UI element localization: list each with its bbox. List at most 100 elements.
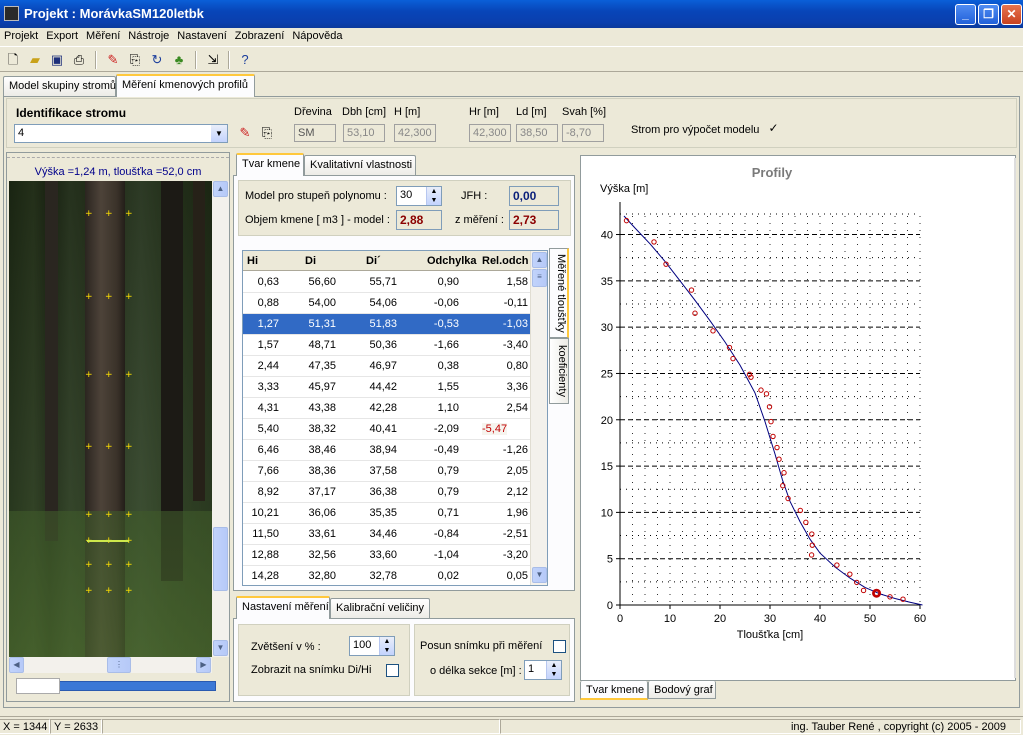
- table-row[interactable]: 1,27 51,31 51,83 -0,53 -1,03: [243, 314, 531, 335]
- shift-checkbox[interactable]: [553, 640, 566, 653]
- table-cell: 35,35: [369, 507, 397, 519]
- photo-hscroll-thumb[interactable]: ⋮: [107, 657, 131, 673]
- volume-measured-value: 2,73: [509, 210, 559, 230]
- minimize-button[interactable]: _: [955, 4, 976, 25]
- refresh-icon[interactable]: ↻: [148, 51, 166, 69]
- scroll-up-icon[interactable]: ▲: [213, 181, 228, 197]
- table-row[interactable]: 3,33 45,97 44,42 1,55 3,36: [243, 377, 531, 398]
- chart-panel-edge: [1014, 158, 1016, 678]
- measure-icon[interactable]: ✎: [104, 51, 122, 69]
- tab-mereni-profilu[interactable]: Měření kmenových profilů: [116, 74, 255, 97]
- chevron-down-icon[interactable]: ▼: [211, 125, 227, 142]
- new-file-icon[interactable]: 🗋: [4, 51, 22, 69]
- show-dihi-checkbox[interactable]: [386, 664, 399, 677]
- profile-chart[interactable]: 0 5 10 15 20 25 30 35 40 0 10 20 30 40 50 60 Výška [m] Tl…: [582, 176, 1014, 646]
- spin-arrows-icon[interactable]: ▲ ▼: [426, 187, 441, 205]
- photo-vscroll-thumb[interactable]: [213, 527, 228, 591]
- menu-projekt[interactable]: Projekt: [0, 28, 42, 42]
- col-di[interactable]: Di: [305, 255, 316, 267]
- photo-splitter[interactable]: [7, 153, 229, 158]
- menu-nastroje[interactable]: Nástroje: [124, 28, 173, 42]
- menu-napoveda[interactable]: Nápověda: [288, 28, 346, 42]
- table-vscroll[interactable]: ▲ ≡ ▼: [530, 251, 547, 585]
- table-scroll-up-icon[interactable]: ▲: [532, 252, 547, 268]
- save-icon[interactable]: ▣: [48, 51, 66, 69]
- table-cell-editing[interactable]: -5,47: [482, 423, 508, 435]
- y-tick-label: 35: [601, 276, 613, 288]
- table-row[interactable]: 14,28 32,80 32,78 0,02 0,05: [243, 566, 531, 585]
- y-tick-label: 10: [601, 507, 613, 519]
- zoom-spin-icon[interactable]: ▲ ▼: [379, 637, 394, 655]
- scroll-down-icon[interactable]: ▼: [213, 640, 228, 656]
- tree-id-combo[interactable]: 4 ▼: [14, 124, 228, 143]
- menu-zobrazeni[interactable]: Zobrazení: [231, 28, 289, 42]
- tab-chart-bodovy-graf[interactable]: Bodový graf: [648, 681, 716, 699]
- table-cell: 7,66: [257, 465, 279, 477]
- menu-export[interactable]: Export: [42, 28, 82, 42]
- tab-merene-tloustky[interactable]: Měřené tloušťky: [549, 248, 569, 338]
- scroll-left-icon[interactable]: ◀: [9, 657, 24, 673]
- measured-point: [834, 562, 840, 568]
- section-spin-icon[interactable]: ▲ ▼: [546, 661, 561, 679]
- slider-thumb[interactable]: [16, 678, 60, 694]
- open-folder-icon[interactable]: ▰: [26, 51, 44, 69]
- volume-measured-label: z měření :: [455, 214, 504, 226]
- export-icon[interactable]: ⇲: [204, 51, 222, 69]
- measure-mark: +: [105, 560, 113, 570]
- model-tree-checkbox[interactable]: ✓: [767, 122, 780, 136]
- status-x: X = 1344: [0, 719, 50, 734]
- table-row[interactable]: 10,21 36,06 35,35 0,71 1,96: [243, 503, 531, 524]
- menu-nastaveni[interactable]: Nastavení: [173, 28, 231, 42]
- table-row[interactable]: 11,50 33,61 34,46 -0,84 -2,51: [243, 524, 531, 545]
- profile-table[interactable]: Hi Di Di´ Odchylka Rel.odch 0,63 56,60 55,…: [242, 250, 548, 586]
- scroll-right-icon[interactable]: ▶: [196, 657, 211, 673]
- tab-chart-tvar-kmene[interactable]: Tvar kmene: [580, 681, 648, 700]
- table-row[interactable]: 0,88 54,00 54,06 -0,06 -0,11: [243, 293, 531, 314]
- table-row[interactable]: 8,92 37,17 36,38 0,79 2,12: [243, 482, 531, 503]
- table-scroll-down-icon[interactable]: ▼: [532, 567, 547, 583]
- tab-kalibracni[interactable]: Kalibrační veličiny: [330, 598, 430, 619]
- table-row[interactable]: 12,88 32,56 33,60 -1,04 -3,20: [243, 545, 531, 566]
- slider-track: [56, 681, 216, 691]
- col-odchylka[interactable]: Odchylka: [427, 255, 477, 267]
- measured-point: [847, 571, 853, 577]
- tab-tvar-kmene[interactable]: Tvar kmene: [236, 153, 304, 176]
- zoom-spinner[interactable]: 100 ▲ ▼: [349, 636, 395, 656]
- table-row[interactable]: 4,31 43,38 42,28 1,10 2,54: [243, 398, 531, 419]
- table-row[interactable]: 2,44 47,35 46,97 0,38 0,80: [243, 356, 531, 377]
- edit-tree-icon[interactable]: ✎: [236, 124, 254, 142]
- section-spinner[interactable]: 1 ▲ ▼: [524, 660, 562, 680]
- col-hi[interactable]: Hi: [247, 255, 258, 267]
- table-row[interactable]: 6,46 38,46 38,94 -0,49 -1,26: [243, 440, 531, 461]
- y-tick-label: 15: [601, 461, 613, 473]
- table-row[interactable]: 1,57 48,71 50,36 -1,66 -3,40: [243, 335, 531, 356]
- x-tick-label: 0: [617, 613, 623, 625]
- measured-point: [774, 444, 780, 451]
- col-di-model[interactable]: Di´: [366, 255, 381, 267]
- tab-model-skupiny[interactable]: Model skupiny stromů: [3, 76, 116, 97]
- table-scroll-thumb[interactable]: ≡: [532, 269, 547, 287]
- menu-mereni[interactable]: Měření: [82, 28, 124, 42]
- photo-vscroll[interactable]: ▲ ▼: [212, 181, 229, 657]
- photo-slider[interactable]: [16, 678, 216, 694]
- print-setup-icon[interactable]: ⎙: [70, 51, 88, 69]
- tab-nastaveni-mereni[interactable]: Nastavení měření: [236, 596, 330, 619]
- measure-mark: +: [105, 586, 113, 596]
- col-rel-odch[interactable]: Rel.odch: [482, 255, 528, 267]
- table-row[interactable]: 0,63 56,60 55,71 0,90 1,58: [243, 272, 531, 293]
- copy-tree-icon[interactable]: ⎘: [258, 124, 276, 142]
- tree-icon[interactable]: ♣: [170, 51, 188, 69]
- copy-icon[interactable]: ⎘: [126, 51, 144, 69]
- table-row[interactable]: 5,40 38,32 40,41 -2,09 -5,47: [243, 419, 531, 440]
- poly-degree-spinner[interactable]: 30 ▲ ▼: [396, 186, 442, 206]
- ld-label: Ld [m]: [516, 106, 547, 118]
- restore-button[interactable]: ❐: [978, 4, 999, 25]
- tab-koeficienty[interactable]: koeficienty: [549, 338, 569, 404]
- table-row[interactable]: 7,66 38,36 37,58 0,79 2,05: [243, 461, 531, 482]
- help-icon[interactable]: ?: [236, 51, 254, 69]
- photo-hscroll[interactable]: ◀ ⋮ ▶: [9, 657, 212, 673]
- tab-kvalitativni[interactable]: Kvalitativní vlastnosti: [304, 155, 416, 176]
- tree-photo[interactable]: ++++++++++++++++++++++++: [9, 181, 212, 657]
- close-button[interactable]: ✕: [1001, 4, 1022, 25]
- table-cell: 45,97: [308, 381, 336, 393]
